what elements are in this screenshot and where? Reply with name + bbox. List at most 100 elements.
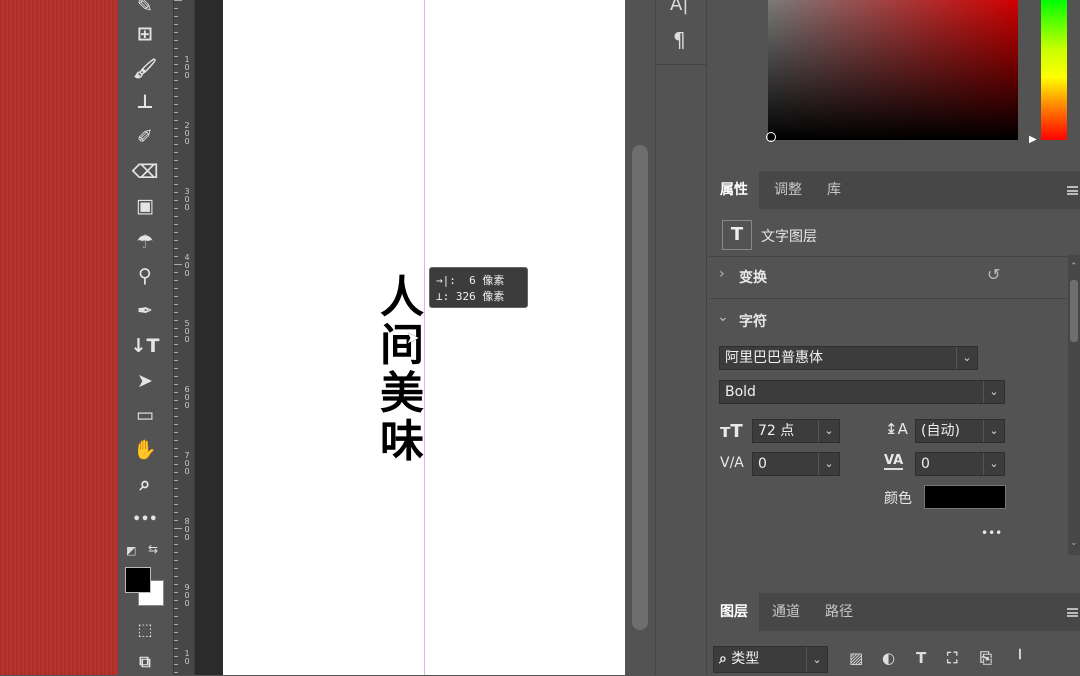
hand-icon[interactable]: ✋ [130,435,160,463]
tab-paths[interactable]: 路径 [814,593,864,631]
stamp-pattern-icon[interactable]: ⊞ [130,20,160,48]
clone-stamp-icon[interactable]: ⊥ [130,88,160,116]
ruler-tick [174,128,178,129]
rectangle-icon[interactable]: ▭ [130,401,160,429]
more-options-icon[interactable]: ••• [981,526,1002,540]
ruler-tick [174,424,178,425]
ruler-label: 8 0 0 [184,517,190,542]
ruler-tick [174,672,178,673]
scroll-down-icon[interactable]: ⌄ [1070,538,1078,548]
adjustment-filter-icon[interactable]: ◐ [882,649,895,667]
transform-section[interactable]: › 变换 ↺ [709,256,1067,297]
default-colors-icon[interactable]: ◩ [126,544,136,557]
screen-mode-icon[interactable]: ⧉ [130,648,160,676]
smart-object-filter-icon[interactable]: ⎘ [980,649,992,667]
color-picker-cursor[interactable] [766,132,776,142]
font-style-value: Bold [725,384,756,400]
ruler-tick [174,8,178,9]
image-filter-icon[interactable]: ▨ [849,649,863,667]
ruler-label: 1 0 0 [184,55,190,80]
layer-type-label: 文字图层 [761,229,817,245]
text-color-swatch[interactable] [924,485,1006,509]
kerning-select[interactable]: 0 ⌄ [752,452,840,476]
tooltip-line-1: →|: 6 像素 [436,274,505,287]
type-filter-icon[interactable]: T [916,649,926,667]
ruler-tick [174,176,178,177]
gradient-icon[interactable]: ▣ [130,192,160,220]
panel-menu-icon[interactable] [1067,608,1078,617]
zoom-icon[interactable]: ⌕ [130,470,160,498]
panel-menu-icon[interactable] [1067,186,1078,195]
pencil-icon[interactable]: ✎ [130,0,160,20]
ruler-tick [174,536,178,537]
font-family-select[interactable]: 阿里巴巴普惠体 ⌄ [719,346,978,370]
ruler-tick [174,256,178,257]
hue-slider[interactable] [1041,0,1067,140]
ruler-tick [174,136,178,137]
scroll-up-icon[interactable]: ⌃ [1070,262,1078,272]
ruler-tick [174,456,178,457]
font-size-select[interactable]: 72 点 ⌄ [752,419,840,443]
character-panel-icon[interactable]: A| [670,0,688,15]
ruler-tick [174,16,178,17]
ruler-tick [174,640,178,641]
ruler-tick [174,280,178,281]
ruler-tick [174,208,178,209]
vertical-text-layer[interactable]: 人 间 美 味 [378,274,426,466]
ruler-tick [174,80,178,81]
ruler-tick [174,616,178,617]
reset-transform-icon[interactable]: ↺ [987,265,1000,284]
eraser-icon[interactable]: ⌫ [130,158,160,186]
vertical-type-icon[interactable]: ↓T [130,332,160,360]
ruler-label: 3 0 0 [184,187,190,212]
tab-libraries[interactable]: 库 [816,171,852,209]
ruler-tick [174,240,178,241]
measurement-tooltip: →|: 6 像素 ⊥: 326 像素 [429,267,528,308]
chevron-down-icon: ⌄ [956,347,977,369]
leading-select[interactable]: (自动) ⌄ [915,419,1005,443]
hue-slider-handle[interactable]: ▶ [1029,134,1037,145]
vertical-scrollbar[interactable] [632,145,648,630]
tab-adjustments[interactable]: 调整 [763,171,813,209]
panel-icon-strip: A| ¶ [655,0,707,675]
paragraph-panel-icon[interactable]: ¶ [673,28,686,52]
ruler-label: 4 0 0 [184,253,190,278]
shape-filter-icon[interactable]: ⛶ [947,649,958,667]
blur-icon[interactable]: ☂ [130,228,160,256]
text-layer-icon: T [722,220,752,250]
path-selection-icon[interactable]: ➤ [130,367,160,395]
layer-filter-select[interactable]: ⌕ 类型 ⌄ [713,646,828,673]
more-tools-icon[interactable]: ••• [130,505,160,533]
ruler-tick [174,552,178,553]
quick-mask-icon[interactable]: ⬚ [130,615,160,643]
kerning-value: 0 [758,456,767,472]
font-style-select[interactable]: Bold ⌄ [719,380,1005,404]
properties-scrollbar-thumb[interactable] [1070,280,1078,342]
tab-channels[interactable]: 通道 [761,593,811,631]
history-brush-icon[interactable]: ✐ [130,123,160,151]
dodge-icon[interactable]: ⚲ [130,262,160,290]
ruler-tick [174,600,178,601]
ruler-tick [174,568,178,569]
brush-icon[interactable]: 🖌 [130,54,160,82]
font-size-value: 72 点 [758,423,795,439]
ruler-tick [174,360,178,361]
ruler-tick [174,368,178,369]
tools-panel: ✎ ⊞ 🖌 ⊥ ✐ ⌫ ▣ ☂ ⚲ ✒ ↓T ➤ ▭ ✋ ⌕ ••• ◩ ⇆ ⬚… [118,0,173,675]
foreground-color-swatch[interactable] [125,567,151,593]
ruler-tick [174,288,178,289]
swap-colors-icon[interactable]: ⇆ [148,542,158,556]
ruler-tick [174,448,178,449]
color-picker-field[interactable] [768,0,1018,140]
ruler-tick [174,520,178,521]
pen-icon[interactable]: ✒ [130,297,160,325]
tab-layers[interactable]: 图层 [709,593,759,631]
ruler-tick [174,88,178,89]
chevron-down-icon[interactable]: ⌄ [717,309,729,325]
tracking-select[interactable]: 0 ⌄ [915,452,1005,476]
ruler-tick [174,56,178,57]
ruler-tick [174,120,178,121]
filter-toggle-icon[interactable]: ⏽ [1014,645,1026,663]
tab-properties[interactable]: 属性 [709,171,759,209]
ruler-tick [174,664,178,665]
